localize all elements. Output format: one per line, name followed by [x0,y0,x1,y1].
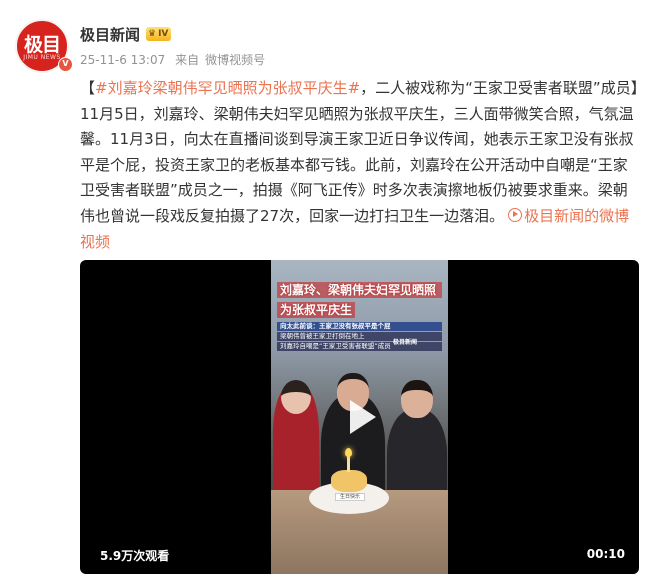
candle [347,456,350,472]
post-source[interactable]: 微博视频号 [205,53,265,67]
video-play-icon[interactable] [508,207,523,222]
weibo-post-card: 极目 JIMU NEWS V 极目新闻 ♛ IV 25-11-6 13:07 来… [0,0,660,583]
video-player[interactable]: 刘嘉玲、梁朝伟夫妇罕见晒照 为张叔平庆生 向太此前谈：王家卫没有张叔平是个屁 梁… [80,260,639,574]
account-name[interactable]: 极目新闻 [80,24,140,45]
verified-icon: V [58,57,73,72]
video-headline-line-2: 为张叔平庆生 [277,302,356,318]
cake-label: 生日快乐 [335,493,365,501]
view-count: 5.9万次观看 [100,549,170,563]
source-prefix: 来自 [175,53,200,67]
post-body: ，二人被戏称为“王家卫受害者联盟”成员】11月5日，刘嘉玲、梁朝伟夫妇罕见晒照为… [80,79,639,225]
video-caption-2: 梁朝伟曾被王家卫打倒在地上 [277,332,442,341]
birthday-cake [331,470,367,492]
candle-flame [345,448,352,457]
crown-icon: ♛ [148,29,157,39]
post-text: 【#刘嘉玲梁朝伟罕见晒照为张叔平庆生#，二人被戏称为“王家卫受害者联盟”成员】1… [80,76,642,255]
video-captions: 向太此前谈：王家卫没有张叔平是个屁 梁朝伟曾被王家卫打倒在地上 刘嘉玲自嘲是“王… [277,322,442,351]
video-headline-line-1: 刘嘉玲、梁朝伟夫妇罕见晒照 [277,282,442,298]
avatar-logo: 极目 [23,34,61,56]
topic-link[interactable]: #刘嘉玲梁朝伟罕见晒照为张叔平庆生# [95,79,360,97]
level-badge[interactable]: ♛ IV [146,27,172,41]
video-headline-box: 刘嘉玲、梁朝伟夫妇罕见晒照 为张叔平庆生 向太此前谈：王家卫没有张叔平是个屁 梁… [277,282,442,352]
video-watermark-logo: 极目新闻 [393,339,418,346]
video-caption-1: 向太此前谈：王家卫没有张叔平是个屁 [277,322,442,331]
open-bracket: 【 [80,79,96,97]
video-duration: 00:10 [586,547,625,561]
person-left [273,380,319,504]
post-time[interactable]: 25-11-6 13:07 [80,53,165,67]
level-badge-label: IV [158,29,169,39]
video-caption-3: 刘嘉玲自嘲是“王家卫受害者联盟”成员 [277,342,442,351]
play-icon[interactable] [340,397,380,437]
post-meta: 25-11-6 13:07 来自 微博视频号 [80,51,271,68]
